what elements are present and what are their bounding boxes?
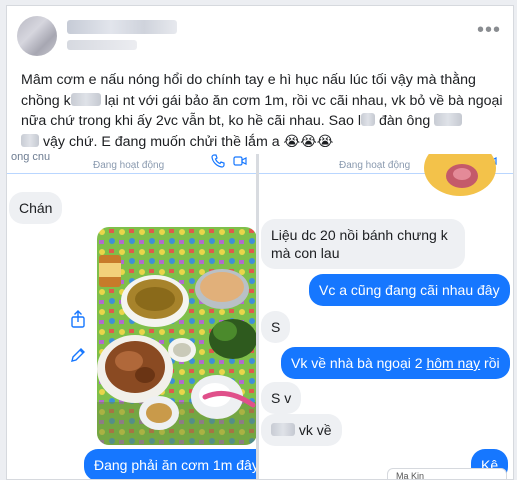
food-tray-photo[interactable] xyxy=(97,227,256,445)
message-line-1: Liệu dc 20 nồi bánh chưng k xyxy=(271,227,448,243)
message-text: Vk về nhà bà ngoại 2 xyxy=(291,355,427,371)
date-link[interactable]: hôm nay xyxy=(426,355,480,371)
message-line-2: mà con lau xyxy=(271,245,340,261)
censor-blur xyxy=(21,133,39,147)
post-header: ••• xyxy=(7,6,513,66)
censor-blur xyxy=(271,423,295,436)
chat-topbar: ông chủ Đang hoạt động xyxy=(7,154,256,174)
censor-blur xyxy=(434,113,463,126)
author-avatar[interactable] xyxy=(17,16,57,56)
message-outgoing: Vc a cũng đang cãi nhau đây xyxy=(309,274,510,306)
chat-screenshot-image: ông chủ Đang hoạt động Chán Đang phải ăn… xyxy=(7,154,513,479)
more-horizontal-icon[interactable]: ••• xyxy=(477,20,501,40)
chat-status: Đang hoạt động xyxy=(339,160,411,171)
message-outgoing: Đang phải ăn cơm 1m đây xyxy=(84,449,256,479)
message-text: rồi xyxy=(480,355,500,371)
video-icon[interactable] xyxy=(233,154,247,168)
message-incoming: Chán xyxy=(9,192,63,224)
message-incoming: vk về xyxy=(261,414,342,446)
chat-title: ông chủ xyxy=(11,154,51,163)
message-text: vk về xyxy=(295,422,332,438)
share-icon[interactable] xyxy=(69,310,87,328)
chat-status: Đang hoạt động xyxy=(93,160,165,171)
facebook-post: ••• Mâm cơm e nấu nóng hổi do chính tay … xyxy=(6,5,514,480)
message-incoming: S xyxy=(261,311,291,343)
left-chat-pane: ông chủ Đang hoạt động Chán Đang phải ăn… xyxy=(7,154,256,479)
sticker-image xyxy=(424,154,496,196)
censor-blur xyxy=(361,113,375,126)
author-name-blurred[interactable] xyxy=(67,20,177,34)
message-incoming: S v xyxy=(261,382,302,414)
caption-part-3: đàn ông xyxy=(375,113,435,129)
edit-icon[interactable] xyxy=(69,346,87,364)
message-incoming: Liệu dc 20 nồi bánh chưng k mà con lau xyxy=(261,219,465,269)
caption-part-4: vậy chứ. E đang muốn chửi thề lắm a 😭😭😭 xyxy=(39,133,334,150)
right-chat-pane: Đang hoạt động Liệu dc 20 nồi bánh chưng… xyxy=(259,154,513,479)
post-meta-blurred xyxy=(67,40,137,50)
message-outgoing: Vk về nhà bà ngoại 2 hôm nay rồi xyxy=(281,347,510,379)
chat-head-chip[interactable]: Ma Kin xyxy=(387,468,507,479)
phone-icon[interactable] xyxy=(211,154,225,168)
censor-blur xyxy=(70,92,101,106)
post-caption: Mâm cơm e nấu nóng hổi do chính tay e hì… xyxy=(21,70,507,152)
